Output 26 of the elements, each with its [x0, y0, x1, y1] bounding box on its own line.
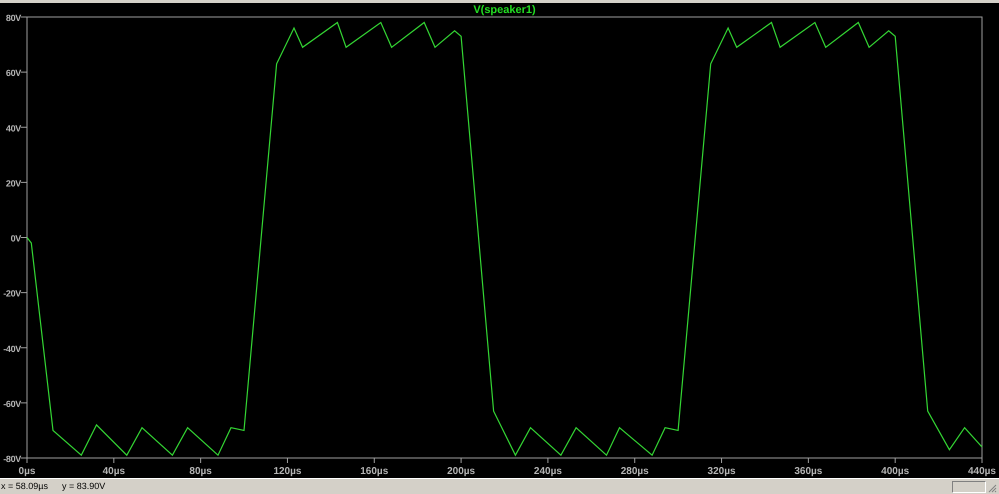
- x-tick-label: 400µs: [881, 466, 910, 477]
- x-tick-label: 0µs: [18, 466, 36, 477]
- x-tick-label: 440µs: [968, 466, 996, 477]
- y-tick-label: 0V: [10, 234, 21, 244]
- x-tick-label: 240µs: [534, 466, 562, 477]
- resize-grip-icon: [987, 482, 997, 492]
- x-tick-label: 200µs: [447, 466, 476, 477]
- x-tick-label: 40µs: [102, 466, 126, 477]
- x-tick-label: 120µs: [273, 466, 302, 477]
- y-tick-label: 40V: [6, 123, 21, 134]
- cursor-y-readout: y = 83.90V: [62, 480, 106, 493]
- x-tick-label: 320µs: [708, 466, 736, 477]
- x-tick-label: 80µs: [189, 466, 212, 477]
- status-pane: [952, 480, 986, 492]
- x-tick-label: 360µs: [794, 466, 822, 477]
- y-tick-label: -60V: [3, 398, 21, 409]
- y-tick-label: 60V: [6, 68, 21, 78]
- trace-title: V(speaker1): [473, 4, 536, 16]
- y-tick-label: -80V: [3, 454, 21, 464]
- x-tick-label: 280µs: [620, 466, 649, 477]
- cursor-x-readout: x = 58.09µs: [1, 480, 48, 493]
- x-tick-label: 160µs: [360, 466, 388, 477]
- y-tick-label: -20V: [3, 288, 21, 299]
- y-tick-label: -40V: [3, 344, 21, 354]
- y-tick-label: 80V: [6, 13, 21, 23]
- y-tick-label: 20V: [6, 178, 21, 188]
